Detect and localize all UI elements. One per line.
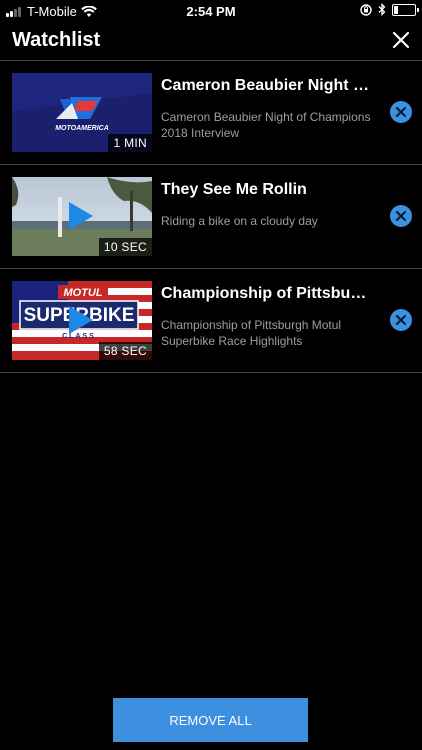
svg-text:CLASS: CLASS	[62, 333, 96, 340]
list-item[interactable]: MOTOAMERICA 1 MIN Cameron Beaubier Night…	[0, 61, 422, 165]
list-item[interactable]: 10 SEC They See Me Rollin Riding a bike …	[0, 165, 422, 269]
close-icon[interactable]	[390, 29, 412, 51]
duration-badge: 10 SEC	[98, 238, 152, 256]
list-item[interactable]: MOTUL SUPERBIKE CLASS 58 SEC Championshi…	[0, 269, 422, 373]
duration-badge: 1 MIN	[108, 134, 152, 152]
close-circle-icon	[395, 314, 407, 326]
remove-item-button[interactable]	[390, 205, 412, 227]
video-thumbnail[interactable]: MOTOAMERICA 1 MIN	[12, 73, 152, 152]
status-icons	[360, 3, 419, 16]
item-description: Riding a bike on a cloudy day	[161, 214, 318, 228]
video-thumbnail[interactable]: MOTUL SUPERBIKE CLASS 58 SEC	[12, 281, 152, 360]
remove-all-button[interactable]: REMOVE ALL	[113, 698, 308, 742]
watchlist: MOTOAMERICA 1 MIN Cameron Beaubier Night…	[0, 61, 422, 373]
close-circle-icon	[395, 210, 407, 222]
svg-text:MOTUL: MOTUL	[63, 287, 102, 299]
bluetooth-icon	[378, 3, 386, 16]
item-title[interactable]: Championship of Pittsburgh...	[161, 285, 371, 303]
play-icon	[69, 306, 93, 334]
clock: 2:54 PM	[186, 4, 236, 19]
header: Watchlist	[0, 24, 422, 61]
item-title[interactable]: They See Me Rollin	[161, 181, 371, 199]
status-bar: T-Mobile 2:54 PM	[0, 0, 422, 24]
duration-badge: 58 SEC	[98, 342, 152, 360]
battery-icon	[392, 3, 419, 16]
play-icon	[69, 202, 93, 230]
item-description: Championship of Pittsburgh Motul Superbi…	[161, 318, 342, 348]
svg-text:MOTOAMERICA: MOTOAMERICA	[55, 125, 109, 132]
video-thumbnail[interactable]: 10 SEC	[12, 177, 152, 256]
remove-item-button[interactable]	[390, 309, 412, 331]
rotation-lock-icon	[360, 3, 372, 16]
item-title[interactable]: Cameron Beaubier Night of...	[161, 77, 371, 95]
page-title: Watchlist	[12, 29, 101, 51]
close-circle-icon	[395, 106, 407, 118]
item-description: Cameron Beaubier Night of Champions 2018…	[161, 110, 371, 140]
remove-item-button[interactable]	[390, 101, 412, 123]
